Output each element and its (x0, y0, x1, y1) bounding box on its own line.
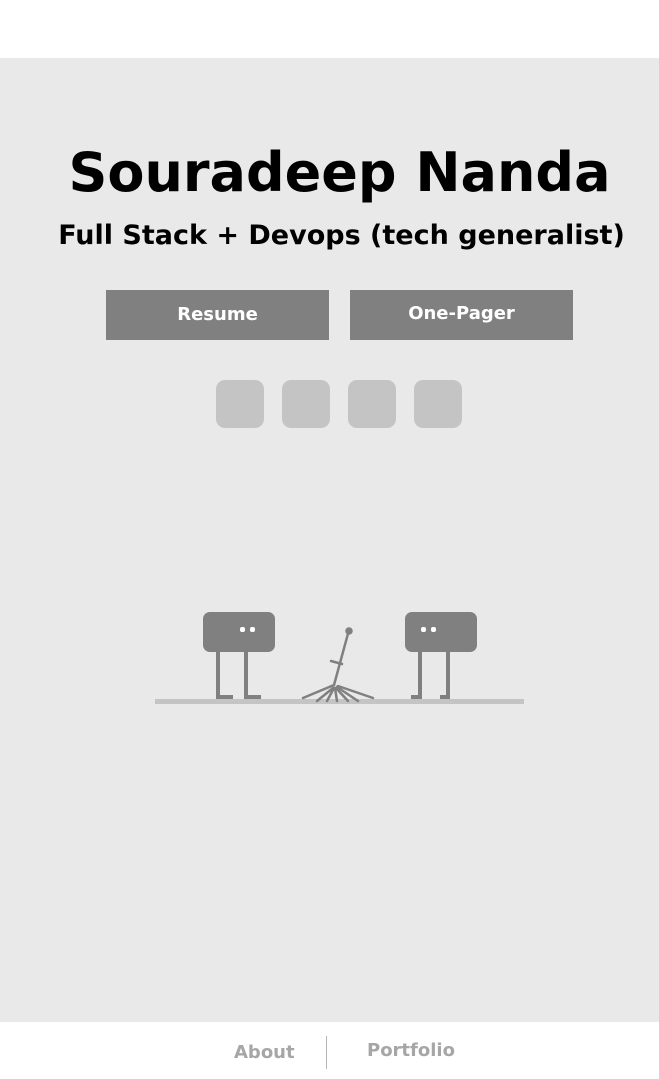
page-subtitle: Full Stack + Devops (tech generalist) (58, 220, 625, 251)
robots-illustration (155, 612, 524, 704)
nav-portfolio-link[interactable]: Portfolio (367, 1040, 455, 1061)
social-icon-3[interactable] (348, 380, 396, 428)
hero-section: Souradeep Nanda Full Stack + Devops (tec… (0, 58, 659, 1022)
one-pager-button[interactable]: One-Pager (350, 290, 573, 340)
sword-icon (301, 627, 375, 703)
footer-nav: About Portfolio (6, 1022, 659, 1079)
social-icon-1[interactable] (216, 380, 264, 428)
robot-right-icon (405, 612, 477, 699)
nav-divider (326, 1036, 327, 1069)
ground-line (155, 699, 524, 704)
page-title: Souradeep Nanda (68, 141, 611, 204)
social-icon-2[interactable] (282, 380, 330, 428)
social-icon-4[interactable] (414, 380, 462, 428)
resume-button[interactable]: Resume (106, 290, 329, 340)
robot-left-icon (203, 612, 275, 699)
nav-about-link[interactable]: About (234, 1042, 295, 1063)
